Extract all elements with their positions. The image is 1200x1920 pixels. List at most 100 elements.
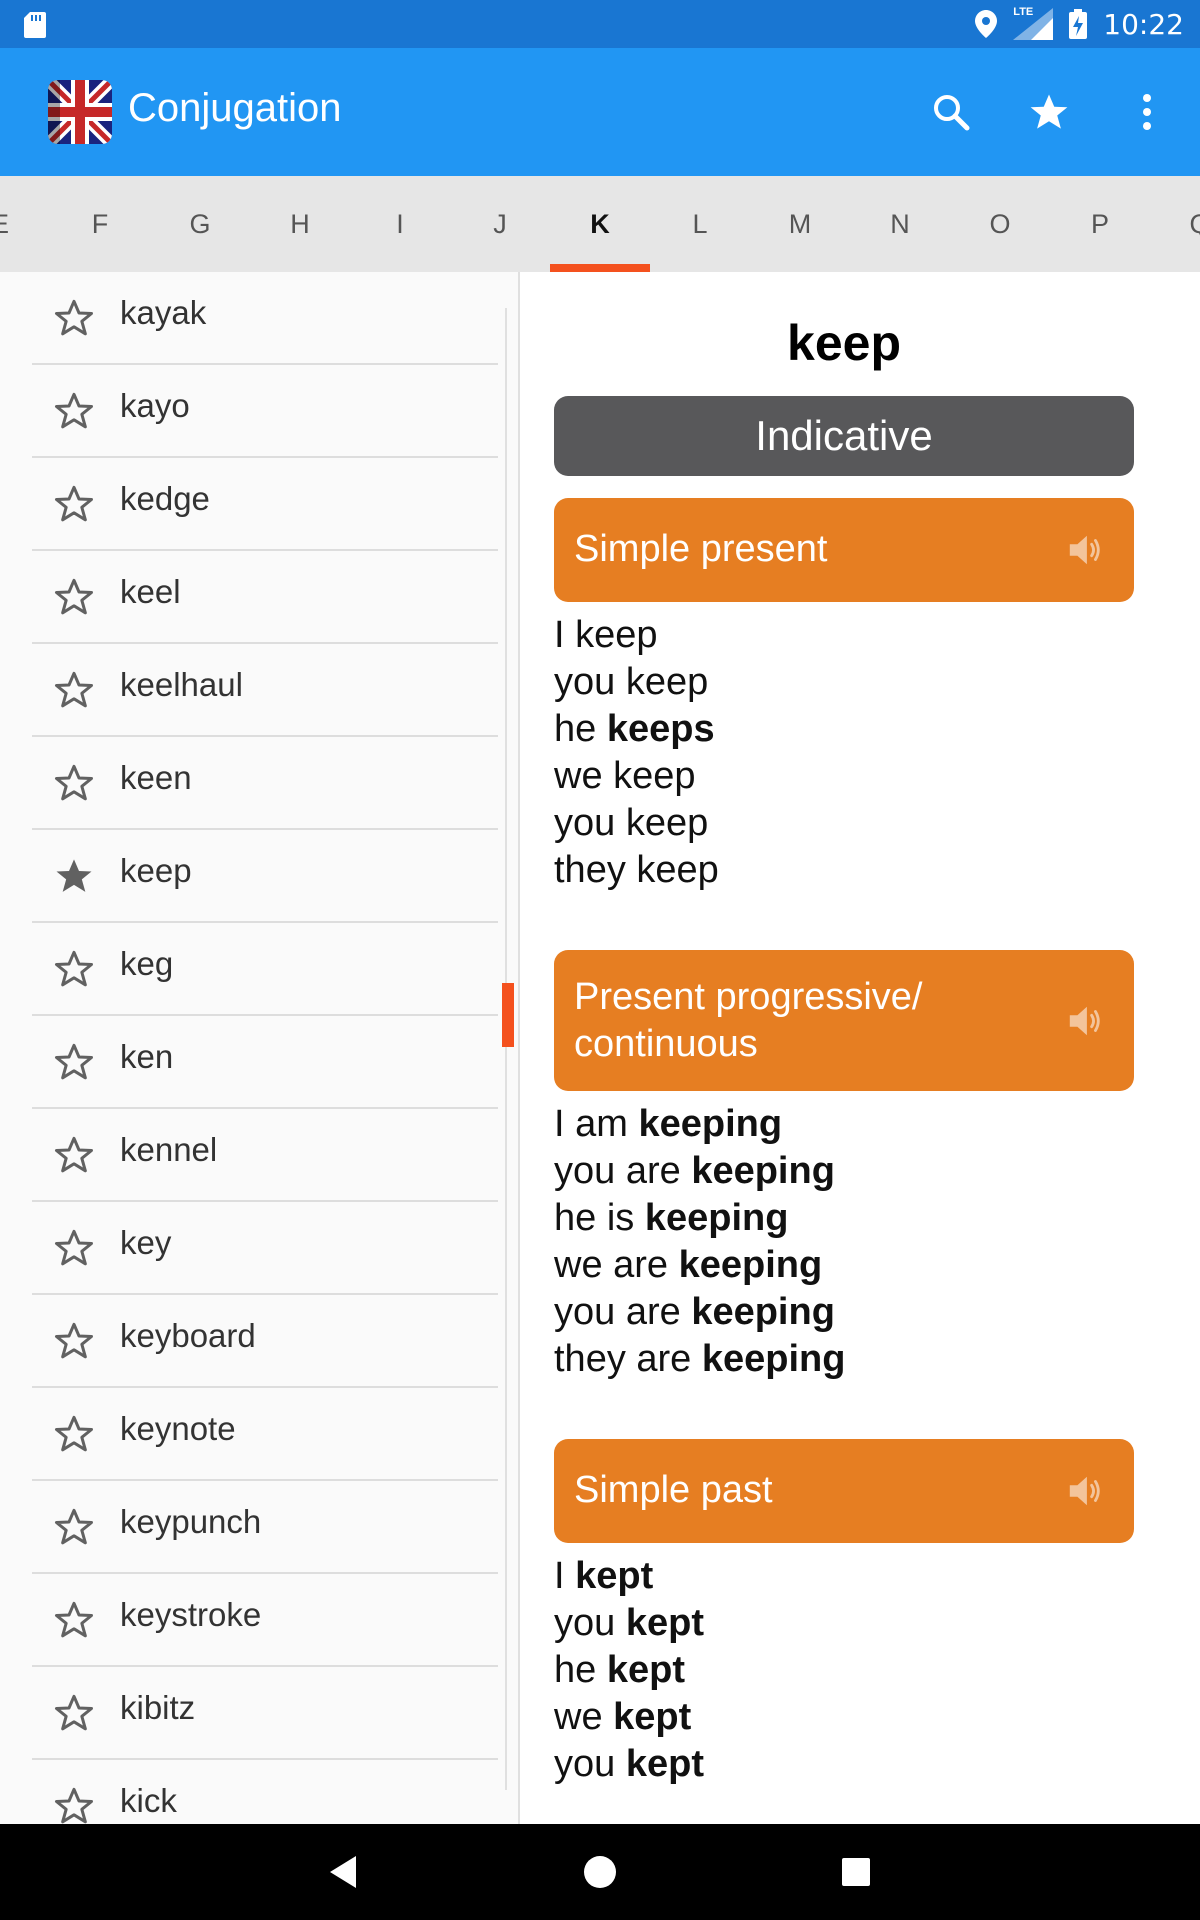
tab-letter-l[interactable]: L — [650, 176, 750, 272]
star-outline-icon[interactable] — [54, 1786, 94, 1824]
conjugation-block: I keep you keep he keeps we keep you keep the… — [554, 612, 719, 894]
word-label: keelhaul — [120, 666, 243, 703]
speaker-icon[interactable] — [1066, 1472, 1104, 1510]
tab-letter-e[interactable]: E — [0, 176, 50, 272]
lte-signal: LTE — [1013, 6, 1054, 40]
tense-title: Simple past — [574, 1469, 773, 1511]
mood-header[interactable]: Indicative — [554, 396, 1134, 476]
tense-header: Simple present — [554, 498, 1134, 602]
word-label: keypunch — [120, 1503, 262, 1540]
word-list-item[interactable]: kayo — [32, 365, 498, 458]
more-vert-icon — [1143, 94, 1151, 130]
conjugation-detail: keep Indicative Simple present I keep you … — [520, 272, 1200, 1788]
star-outline-icon[interactable] — [54, 1042, 94, 1082]
star-outline-icon[interactable] — [54, 1507, 94, 1547]
tab-letter-k[interactable]: K — [550, 176, 650, 272]
star-filled-icon[interactable] — [54, 856, 94, 896]
network-label: LTE — [1013, 6, 1034, 18]
pronoun: you are — [554, 1291, 681, 1333]
search-button[interactable] — [928, 89, 974, 135]
verb-form: kept — [625, 1743, 704, 1785]
location-icon — [975, 10, 998, 38]
recents-icon[interactable] — [832, 1848, 880, 1896]
speaker-icon[interactable] — [1066, 1002, 1104, 1040]
verb-title: keep — [787, 315, 901, 371]
verb-form: keeping — [691, 1150, 835, 1192]
word-label: key — [120, 1224, 172, 1261]
verb-form: keep — [636, 849, 719, 891]
tab-letter-m[interactable]: M — [750, 176, 850, 272]
word-label: keep — [120, 852, 192, 889]
conjugation-block: I am keeping you are keeping he is keeping… — [554, 1101, 845, 1383]
word-list-item[interactable]: keep — [32, 830, 498, 923]
verb-form: keeping — [644, 1197, 789, 1239]
pronoun: you — [554, 1743, 616, 1785]
star-outline-icon[interactable] — [54, 763, 94, 803]
tab-letter-o[interactable]: O — [950, 176, 1050, 272]
word-label: kayak — [120, 294, 207, 331]
star-outline-icon[interactable] — [54, 949, 94, 989]
star-outline-icon[interactable] — [54, 670, 94, 710]
word-list-item[interactable]: keg — [32, 923, 498, 1016]
tab-letter-q[interactable]: Q — [1150, 176, 1200, 272]
word-list-item[interactable]: kibitz — [32, 1667, 498, 1760]
star-outline-icon[interactable] — [54, 484, 94, 524]
back-icon[interactable] — [322, 1848, 370, 1896]
word-label: kick — [120, 1782, 177, 1819]
pronoun: he — [554, 708, 597, 750]
word-list[interactable]: kayak kayo kedge keel keelhaul keen keep keg ken… — [0, 272, 519, 1824]
word-label: keynote — [120, 1410, 236, 1447]
app-bar: Conjugation — [0, 48, 1200, 176]
star-outline-icon[interactable] — [54, 577, 94, 617]
word-list-item[interactable]: kayak — [32, 272, 498, 365]
tense-title: Simple present — [574, 528, 828, 570]
conjugation-row: he is keeping — [554, 1195, 845, 1242]
home-icon[interactable] — [576, 1848, 624, 1896]
conjugation-row: we are keeping — [554, 1242, 845, 1289]
word-list-item[interactable]: keelhaul — [32, 644, 498, 737]
pronoun: I — [554, 1555, 565, 1597]
star-outline-icon[interactable] — [54, 1693, 94, 1733]
star-outline-icon[interactable] — [54, 391, 94, 431]
word-list-item[interactable]: kedge — [32, 458, 498, 551]
word-list-item[interactable]: keystroke — [32, 1574, 498, 1667]
tense-header: Present progressive/continuous — [554, 950, 1134, 1091]
word-label: keen — [120, 759, 192, 796]
word-list-item[interactable]: kick — [32, 1760, 498, 1824]
pronoun: they — [554, 849, 626, 891]
conjugation-row: he kept — [554, 1647, 715, 1694]
word-label: keg — [120, 945, 174, 982]
tab-letter-h[interactable]: H — [250, 176, 350, 272]
tab-letter-f[interactable]: F — [50, 176, 150, 272]
star-outline-icon[interactable] — [54, 1135, 94, 1175]
word-list-item[interactable]: ken — [32, 1016, 498, 1109]
tab-letter-i[interactable]: I — [350, 176, 450, 272]
tab-letter-g[interactable]: G — [150, 176, 250, 272]
tab-letter-j[interactable]: J — [450, 176, 550, 272]
word-list-item[interactable]: keynote — [32, 1388, 498, 1481]
word-list-item[interactable]: key — [32, 1202, 498, 1295]
word-label: kedge — [120, 480, 210, 517]
tab-letter-n[interactable]: N — [850, 176, 950, 272]
star-outline-icon[interactable] — [54, 1600, 94, 1640]
conjugation-row: you kept — [554, 1600, 715, 1647]
conjugation-block: I keptyou kepthe keptwe keptyou keptthey… — [554, 1553, 715, 1788]
word-list-item[interactable]: keypunch — [32, 1481, 498, 1574]
word-list-item[interactable]: keen — [32, 737, 498, 830]
star-outline-icon[interactable] — [54, 1228, 94, 1268]
star-outline-icon[interactable] — [54, 298, 94, 338]
conjugation-row: I keep — [554, 612, 719, 659]
pronoun: you — [554, 802, 616, 844]
speaker-icon[interactable] — [1066, 531, 1104, 569]
star-outline-icon[interactable] — [54, 1414, 94, 1454]
pronoun: he is — [554, 1197, 635, 1239]
word-list-item[interactable]: keel — [32, 551, 498, 644]
star-outline-icon[interactable] — [54, 1321, 94, 1361]
scrollbar-thumb[interactable] — [502, 983, 514, 1047]
word-list-item[interactable]: keyboard — [32, 1295, 498, 1388]
favorites-button[interactable] — [1026, 89, 1072, 135]
overflow-menu-button[interactable] — [1124, 89, 1170, 135]
tab-letter-p[interactable]: P — [1050, 176, 1150, 272]
word-list-item[interactable]: kennel — [32, 1109, 498, 1202]
verb-form: kept — [606, 1649, 685, 1691]
